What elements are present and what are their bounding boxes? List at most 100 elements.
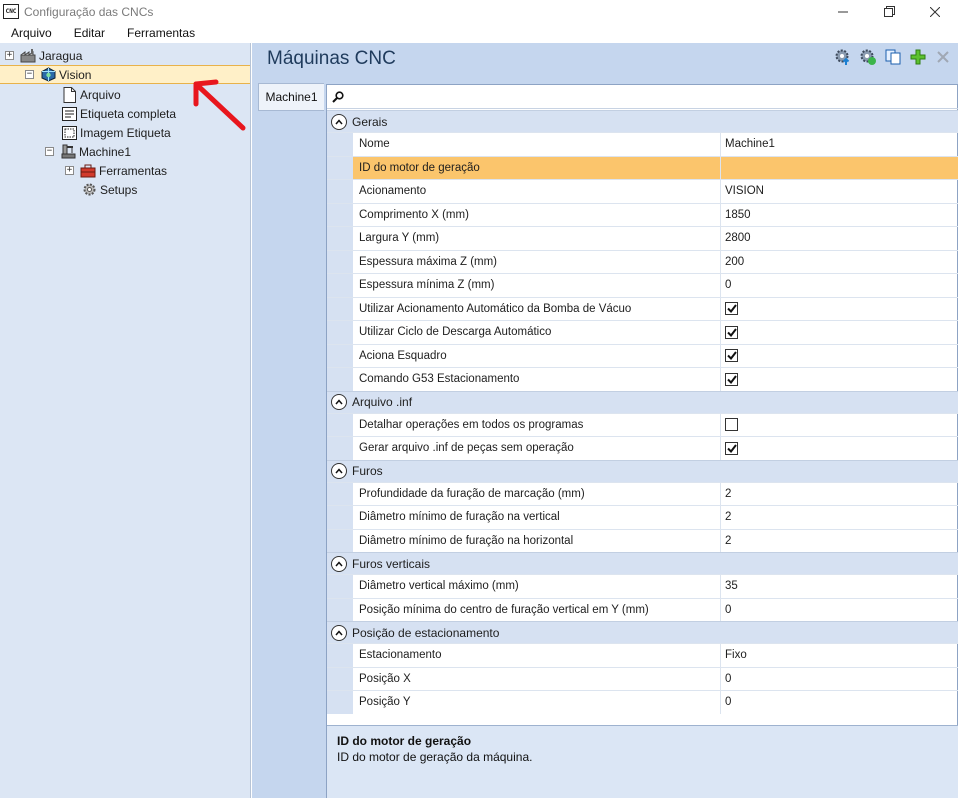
window-title: Configuração das CNCs (24, 4, 154, 19)
tree-label-ferramentas: Ferramentas (99, 163, 168, 178)
property-name: Diâmetro vertical máximo (mm) (353, 575, 721, 598)
collapse-icon[interactable]: − (25, 70, 34, 79)
property-value[interactable]: 2 (721, 483, 958, 506)
search-bar[interactable] (327, 85, 958, 109)
property-name: Largura Y (mm) (353, 227, 721, 250)
category-furos[interactable]: Furos (327, 459, 958, 482)
tree-node-root[interactable]: + Jaragua (5, 46, 82, 65)
collapse-chevron-icon[interactable] (331, 463, 347, 479)
property-row[interactable]: Posição mínima do centro de furação vert… (327, 597, 958, 622)
delete-button[interactable] (934, 48, 952, 66)
gear-icon (81, 182, 97, 198)
property-row[interactable]: Estacionamento Fixo (327, 643, 958, 667)
title-bar: CNC Configuração das CNCs (0, 0, 958, 23)
property-row[interactable]: Espessura mínima Z (mm) 0 (327, 273, 958, 297)
property-row[interactable]: Posição Y0 (327, 690, 958, 714)
settings-upload-button[interactable] (834, 48, 852, 66)
checkbox[interactable] (725, 372, 738, 386)
property-row[interactable]: Diâmetro mínimo de furação na vertical 2 (327, 505, 958, 529)
property-row[interactable]: Diâmetro vertical máximo (mm) 35 (327, 574, 958, 598)
toolbox-icon (80, 163, 96, 179)
property-name: Profundidade da furação de marcação (mm) (353, 482, 721, 505)
collapse-chevron-icon[interactable] (331, 555, 347, 572)
category-furos-verticais[interactable]: Furos verticais (327, 552, 958, 574)
collapse-icon[interactable]: − (45, 147, 54, 156)
property-value[interactable] (721, 156, 958, 179)
tab-machine1[interactable]: Machine1 (258, 83, 324, 111)
tree-node-etiqueta-completa[interactable]: Etiqueta completa (61, 104, 176, 123)
menu-editar[interactable]: Editar (63, 23, 116, 43)
copy-button[interactable] (884, 48, 902, 66)
tree-node-machine[interactable]: − Machine1 (45, 142, 131, 161)
property-value[interactable]: 1850 (721, 204, 958, 227)
property-row[interactable]: Nome Machine1 (327, 132, 958, 156)
property-row[interactable]: Profundidade da furação de marcação (mm)… (327, 481, 958, 506)
checkbox[interactable] (725, 418, 738, 432)
property-value[interactable]: 2800 (721, 227, 958, 250)
restore-button[interactable] (866, 0, 912, 23)
property-value[interactable]: 200 (721, 251, 958, 274)
window-controls (820, 0, 958, 23)
category-arquivo-inf[interactable]: Arquivo .inf (327, 390, 958, 413)
menu-ferramentas[interactable]: Ferramentas (116, 23, 206, 43)
property-row[interactable]: Aciona Esquadro (327, 343, 958, 367)
expand-icon[interactable]: + (65, 166, 74, 175)
property-row[interactable]: ID do motor de geração (327, 155, 958, 179)
collapse-chevron-icon[interactable] (331, 113, 347, 130)
property-row[interactable]: Gerar arquivo .inf de peças sem operação (327, 436, 958, 460)
property-value[interactable]: 2 (721, 506, 958, 529)
tree-node-setups[interactable]: Setups (81, 180, 137, 199)
menu-arquivo[interactable]: Arquivo (0, 23, 63, 43)
property-name: Espessura máxima Z (mm) (353, 250, 721, 273)
row-gutter (327, 529, 353, 552)
category-label: Furos (352, 464, 383, 478)
property-name: Aciona Esquadro (353, 344, 721, 367)
minimize-button[interactable] (820, 0, 866, 23)
close-button[interactable] (912, 0, 958, 23)
tree-label-imagem-etiqueta: Imagem Etiqueta (80, 125, 171, 140)
property-value[interactable]: 0 (721, 599, 958, 622)
cnc-machine-icon (60, 144, 76, 160)
row-gutter (327, 691, 353, 714)
tree-node-imagem-etiqueta[interactable]: Imagem Etiqueta (61, 123, 171, 142)
property-value[interactable]: 0 (721, 274, 958, 297)
category-gerais[interactable]: Gerais (327, 110, 958, 132)
tree-node-ferramentas[interactable]: + Ferramentas (65, 161, 167, 180)
checkbox[interactable] (725, 302, 738, 316)
settings-apply-button[interactable] (859, 48, 877, 66)
checkbox[interactable] (725, 441, 738, 455)
property-value[interactable]: Machine1 (721, 133, 958, 156)
property-value[interactable]: 0 (721, 668, 958, 691)
property-name: Acionamento (353, 180, 721, 203)
app-icon: CNC (3, 4, 19, 19)
row-gutter (327, 321, 353, 344)
property-value[interactable]: Fixo (721, 644, 958, 667)
row-gutter (327, 250, 353, 273)
machine-cube-icon (40, 67, 56, 83)
tab-strip: Machine1 (252, 83, 326, 798)
property-row[interactable]: Comando G53 Estacionamento (327, 367, 958, 391)
tree-node-arquivo[interactable]: Arquivo (61, 85, 121, 104)
checkbox[interactable] (725, 349, 738, 363)
tree-node-vision[interactable]: − Vision (25, 65, 91, 84)
property-row[interactable]: Espessura máxima Z (mm) 200 (327, 249, 958, 274)
add-button[interactable] (909, 48, 927, 66)
property-value[interactable]: 0 (721, 691, 958, 714)
property-row[interactable]: Utilizar Acionamento Automático da Bomba… (327, 296, 958, 320)
collapse-chevron-icon[interactable] (331, 394, 347, 410)
tree-label-root: Jaragua (39, 48, 83, 63)
category-estacionamento[interactable]: Posição de estacionamento (327, 621, 958, 643)
property-row[interactable]: Detalhar operações em todos os programas (327, 412, 958, 436)
checkbox[interactable] (725, 325, 738, 339)
expand-icon[interactable]: + (5, 51, 14, 60)
property-row[interactable]: Posição X0 (327, 666, 958, 691)
property-row[interactable]: Comprimento X (mm) 1850 (327, 202, 958, 227)
property-row[interactable]: Acionamento VISION (327, 179, 958, 203)
collapse-chevron-icon[interactable] (331, 624, 347, 641)
property-row[interactable]: Largura Y (mm) 2800 (327, 226, 958, 250)
property-value[interactable]: VISION (721, 180, 958, 203)
property-row[interactable]: Utilizar Ciclo de Descarga Automático (327, 320, 958, 344)
property-row[interactable]: Diâmetro mínimo de furação na horizontal… (327, 528, 958, 553)
property-value[interactable]: 2 (721, 530, 958, 553)
property-value[interactable]: 35 (721, 575, 958, 598)
